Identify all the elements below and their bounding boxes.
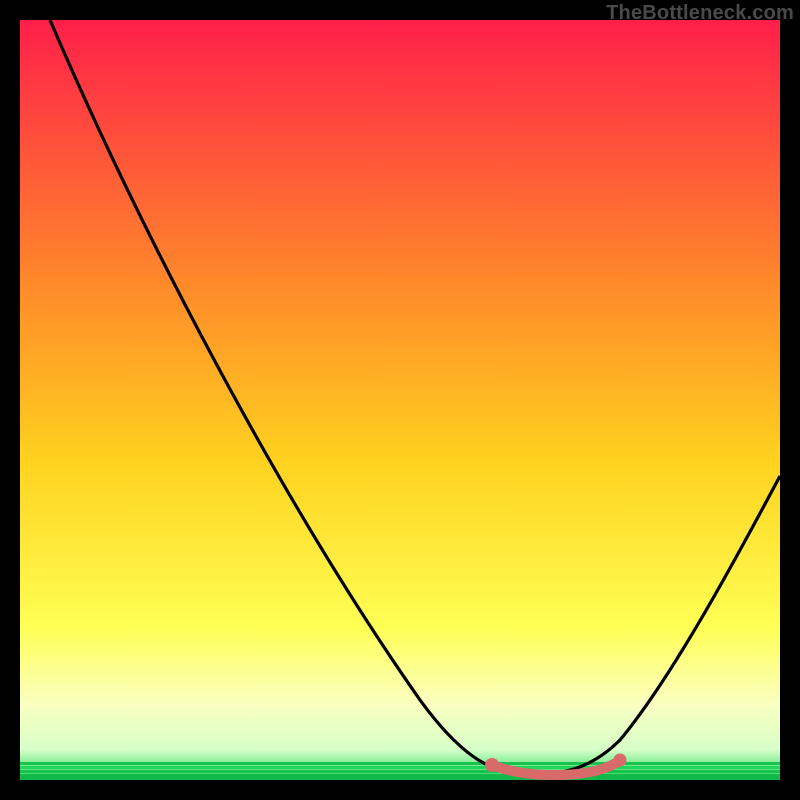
highlight-end-dot (614, 754, 627, 767)
chart-frame (20, 20, 780, 780)
bottleneck-curve (20, 20, 780, 780)
curve-path (50, 20, 780, 774)
watermark-text: TheBottleneck.com (606, 2, 794, 25)
highlight-start-dot (485, 758, 499, 772)
optimal-highlight (492, 762, 618, 775)
